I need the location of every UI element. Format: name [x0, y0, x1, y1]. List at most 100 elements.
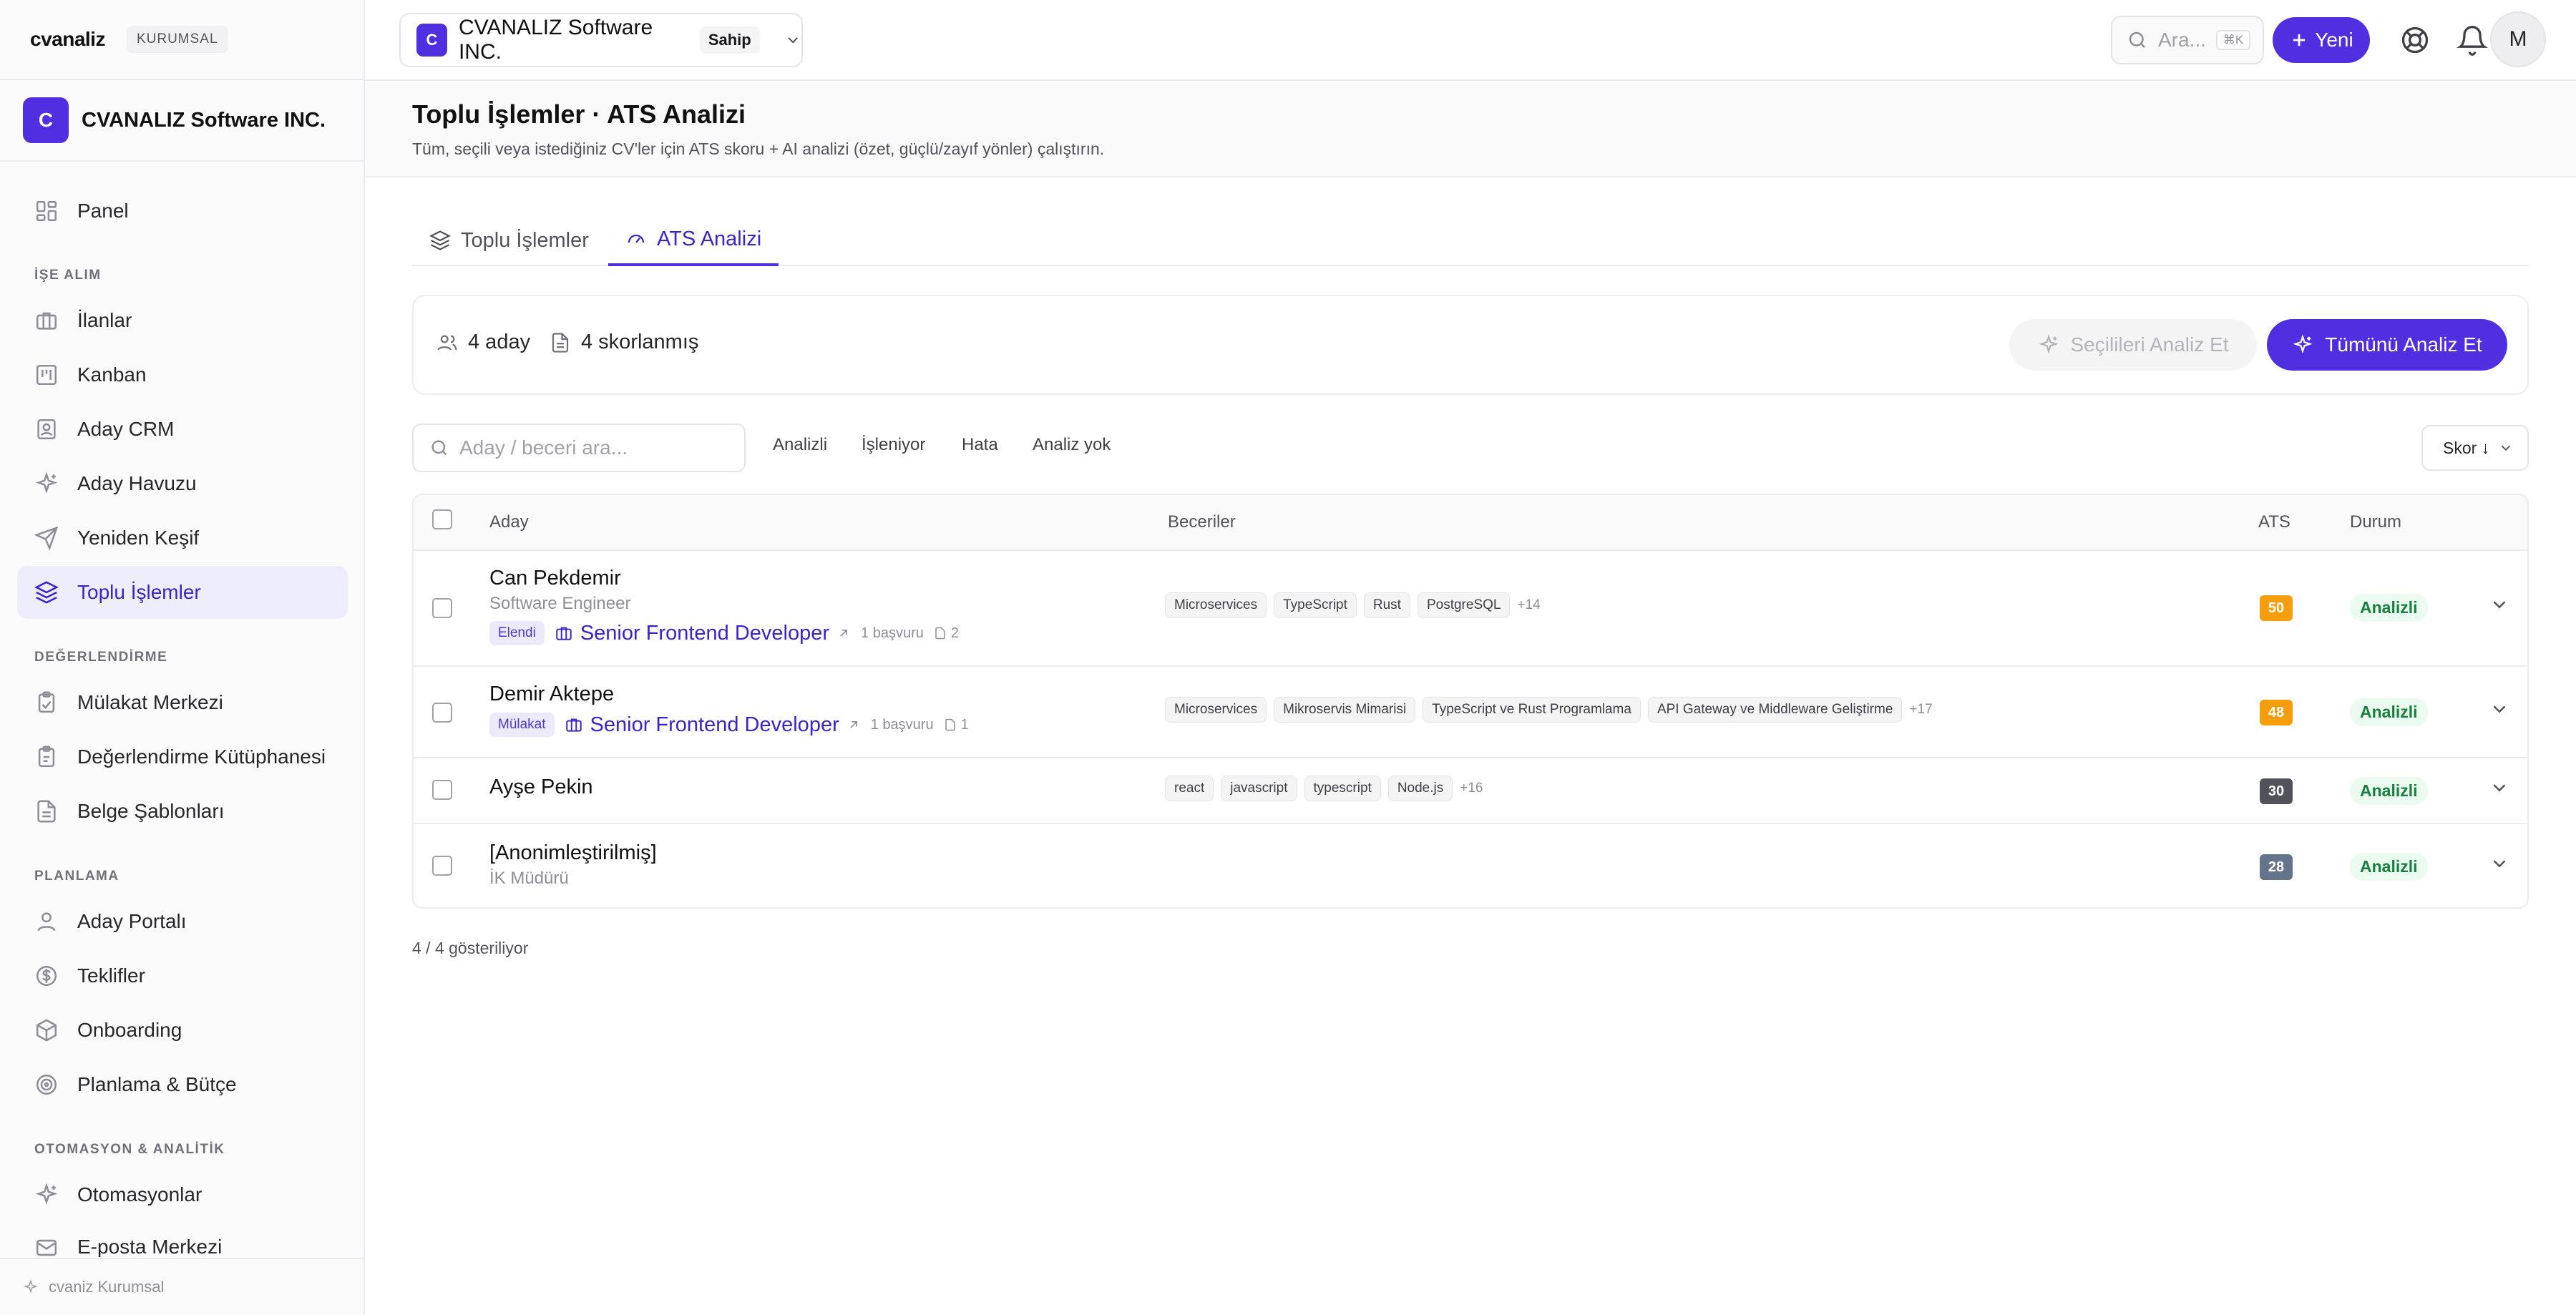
sidebar-item-panel[interactable]: Panel [17, 185, 348, 238]
sidebar-item-belge-sablonlari[interactable]: Belge Şablonları [17, 785, 348, 838]
status-badge: Analizli [2350, 594, 2428, 622]
sidebar-item-teklifler[interactable]: Teklifler [17, 949, 348, 1002]
candidate-name[interactable]: Can Pekdemir [489, 567, 621, 590]
row-checkbox[interactable] [432, 598, 452, 618]
sidebar-item-ilanlar[interactable]: İlanlar [17, 294, 348, 347]
footer-label: cvaniz Kurumsal [49, 1278, 165, 1296]
sidebar-item-mulakat-merkezi[interactable]: Mülakat Merkezi [17, 676, 348, 729]
stats-card: 4 aday 4 skorlanmış Seçilileri Analiz Et… [412, 295, 2529, 395]
sidebar-item-otomasyonlar[interactable]: Otomasyonlar [17, 1168, 348, 1221]
topbar: C CVANALIZ Software INC. Sahip Ara... ⌘K… [365, 0, 2576, 81]
candidate-name[interactable]: [Anonimleştirilmiş] [489, 841, 657, 865]
job-link[interactable]: Senior Frontend Developer [565, 713, 861, 737]
search-placeholder: Aday / beceri ara... [459, 436, 628, 459]
filter-hata[interactable]: Hata [962, 435, 998, 455]
ats-score: 28 [2260, 854, 2293, 880]
sidebar-item-degerlendirme-kutuphanesi[interactable]: Değerlendirme Kütüphanesi [17, 730, 348, 783]
sidebar-item-toplu-islemler[interactable]: Toplu İşlemler [17, 566, 348, 619]
candidate-count: 4 aday [436, 331, 530, 354]
sidebar-item-label: Panel [77, 200, 129, 222]
select-all-checkbox[interactable] [432, 509, 452, 529]
briefcase-icon [556, 627, 572, 640]
sidebar-item-planlama-butce[interactable]: Planlama & Bütçe [17, 1058, 348, 1111]
skill-tag: API Gateway ve Middleware Geliştirme [1647, 697, 1903, 723]
chevron-down-icon[interactable] [2489, 853, 2510, 874]
chevron-down-icon[interactable] [2489, 594, 2510, 615]
org-avatar: C [23, 97, 69, 143]
grid-icon [36, 200, 57, 222]
stage-badge: Elendi [489, 621, 545, 645]
analyze-selected-button[interactable]: Seçilileri Analiz Et [2009, 319, 2257, 371]
job-link[interactable]: Senior Frontend Developer [555, 622, 851, 645]
document-count-value: 1 [960, 716, 969, 733]
table-row[interactable]: [Anonimleştirilmiş] İK Müdürü 28 Analizl… [414, 824, 2527, 907]
ats-score: 48 [2260, 700, 2293, 725]
sparkles-icon [2293, 334, 2313, 354]
skill-tag: Microservices [1165, 592, 1267, 618]
divider [0, 160, 365, 162]
candidates-table: Aday Beceriler ATS Durum Can Pekdemir So… [412, 494, 2529, 909]
global-search[interactable]: Ara... ⌘K [2111, 16, 2264, 64]
sidebar-item-label: Otomasyonlar [77, 1183, 203, 1206]
new-button[interactable]: Yeni [2273, 17, 2370, 63]
sidebar-item-aday-portali[interactable]: Aday Portalı [17, 895, 348, 948]
skills-list: Microservices TypeScript Rust PostgreSQL… [1165, 592, 1541, 618]
row-checkbox[interactable] [432, 780, 452, 800]
job-title: Senior Frontend Developer [580, 621, 830, 645]
org-switcher[interactable]: C CVANALIZ Software INC. Sahip [399, 13, 803, 67]
chevron-down-icon[interactable] [2489, 777, 2510, 798]
stage-badge: Mülakat [489, 713, 555, 737]
analyze-all-button[interactable]: Tümünü Analiz Et [2267, 319, 2507, 371]
sidebar-item-yeniden-kesif[interactable]: Yeniden Keşif [17, 512, 348, 564]
table-row[interactable]: Can Pekdemir Software Engineer Elendi Se… [414, 551, 2527, 667]
org-selector[interactable]: C CVANALIZ Software INC. [23, 97, 326, 143]
sort-select[interactable]: Skor ↓ [2421, 425, 2529, 471]
sidebar-item-kanban[interactable]: Kanban [17, 348, 348, 401]
help-icon[interactable] [2399, 24, 2431, 56]
skill-tag: javascript [1221, 776, 1297, 801]
status-badge: Analizli [2350, 777, 2428, 805]
table-row[interactable]: Demir Aktepe Mülakat Senior Frontend Dev… [414, 667, 2527, 758]
filter-isleniyor[interactable]: İşleniyor [862, 435, 925, 455]
candidate-search-input[interactable]: Aday / beceri ara... [412, 424, 746, 472]
row-checkbox[interactable] [432, 703, 452, 723]
sparkles-icon [2038, 334, 2059, 354]
candidate-name[interactable]: Ayşe Pekin [489, 776, 593, 799]
sidebar-item-aday-havuzu[interactable]: Aday Havuzu [17, 457, 348, 510]
filter-analiz-yok[interactable]: Analiz yok [1033, 435, 1111, 455]
row-checkbox[interactable] [432, 856, 452, 876]
scored-count-label: 4 skorlanmış [581, 331, 699, 353]
header-candidate[interactable]: Aday [489, 512, 529, 532]
file-icon [945, 718, 955, 731]
bell-icon[interactable] [2457, 24, 2488, 56]
chevron-down-icon[interactable] [2489, 698, 2510, 720]
table-row[interactable]: Ayşe Pekin react javascript typescript N… [414, 758, 2527, 824]
application-count: 1 başvuru [861, 625, 924, 641]
sidebar-item-eposta-merkezi[interactable]: E-posta Merkezi [17, 1223, 348, 1257]
logo[interactable]: cvanaliz [30, 28, 105, 51]
shortcut-hint: ⌘K [2215, 30, 2251, 50]
sidebar-item-label: Aday Havuzu [77, 472, 197, 494]
sidebar-item-aday-crm[interactable]: Aday CRM [17, 403, 348, 456]
tab-label: ATS Analizi [657, 227, 762, 250]
candidate-meta: Mülakat Senior Frontend Developer 1 başv… [489, 713, 969, 737]
user-avatar[interactable]: M [2490, 11, 2546, 67]
sidebar-item-onboarding[interactable]: Onboarding [17, 1004, 348, 1057]
skill-tag: Microservices [1165, 697, 1267, 723]
skill-tag: Rust [1363, 592, 1410, 618]
role-badge: Sahip [699, 26, 760, 54]
section-label: PLANLAMA [34, 869, 119, 884]
filter-analizli[interactable]: Analizli [773, 435, 827, 455]
tab-label: Toplu İşlemler [461, 228, 589, 252]
send-icon [34, 526, 59, 550]
brand: cvanaliz KURUMSAL [30, 26, 228, 53]
header-ats[interactable]: ATS [2258, 512, 2290, 532]
chevron-down-icon [788, 37, 798, 44]
users-icon [437, 335, 457, 351]
candidate-name[interactable]: Demir Aktepe [489, 683, 614, 706]
candidate-meta: Elendi Senior Frontend Developer 1 başvu… [489, 621, 959, 645]
gauge-icon [628, 234, 645, 243]
sidebar-item-label: Mülakat Merkezi [77, 691, 223, 713]
tab-toplu-islemler[interactable]: Toplu İşlemler [412, 215, 606, 266]
tab-ats-analizi[interactable]: ATS Analizi [608, 215, 779, 266]
